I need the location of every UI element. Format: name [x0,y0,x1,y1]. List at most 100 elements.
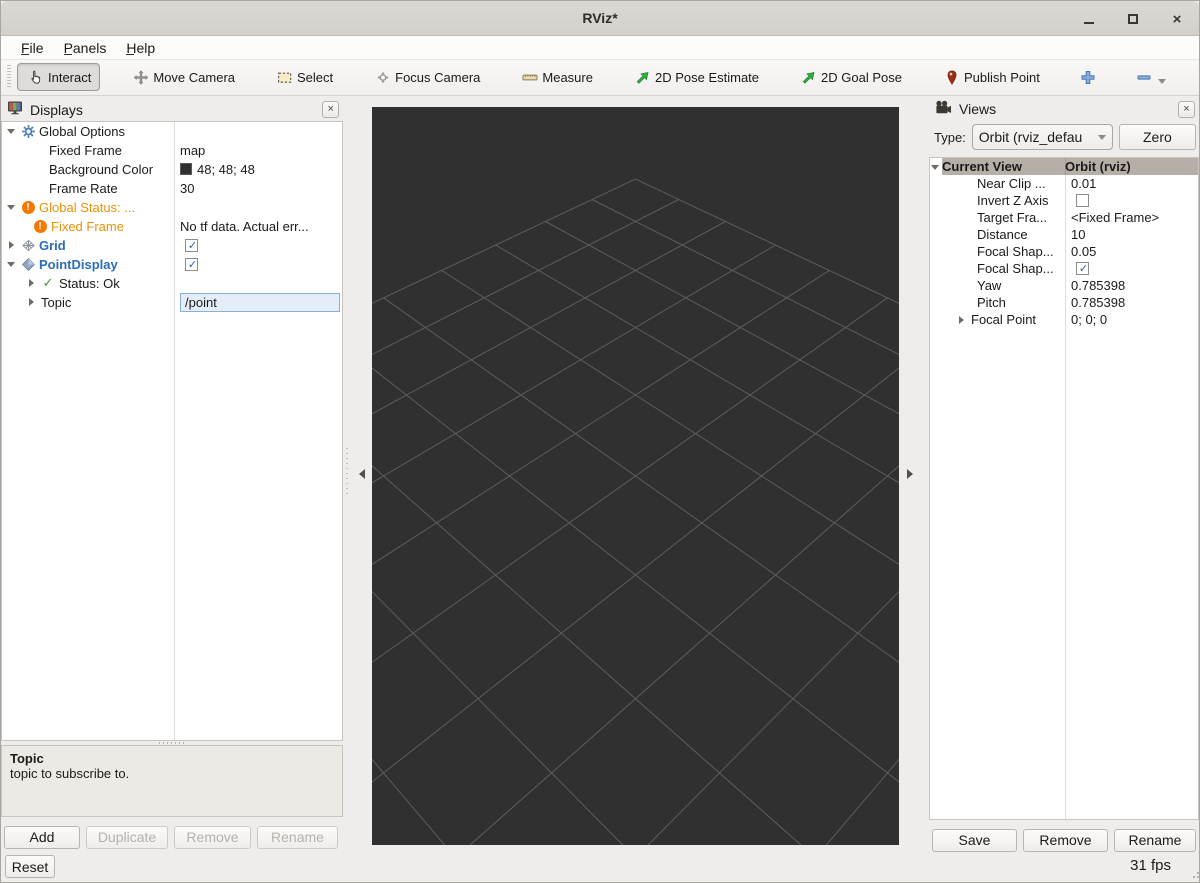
collapse-left-icon[interactable] [354,469,365,479]
property-value[interactable]: <Fixed Frame> [1071,210,1159,225]
monitor-icon [7,100,23,119]
tree-row[interactable]: PointDisplay [2,255,342,274]
fps-counter: 31 fps [1130,857,1171,874]
tree-row[interactable]: Focal Shap... 0.05 [930,243,1198,260]
enabled-checkbox[interactable] [185,258,198,271]
expander-icon[interactable] [6,125,18,137]
tree-row[interactable]: Global Status: ... [2,198,342,217]
tree-row[interactable]: Invert Z Axis [930,192,1198,209]
green-arrow-icon [635,69,651,85]
color-swatch[interactable] [180,163,192,175]
view-type-dropdown[interactable]: Orbit (rviz_defau [972,124,1113,150]
maximize-button[interactable] [1125,11,1141,27]
tool-select[interactable]: Select [266,63,342,91]
add-button[interactable]: Add [4,826,80,849]
tree-row[interactable]: Near Clip ... 0.01 [930,175,1198,192]
tree-row[interactable]: Yaw 0.785398 [930,277,1198,294]
resize-grip[interactable] [1193,876,1195,878]
property-value[interactable]: map [180,143,205,158]
toolbar-drag-handle[interactable] [7,65,11,89]
expander-icon[interactable] [930,161,942,173]
tree-row[interactable]: Focal Point 0; 0; 0 [930,311,1198,328]
point-diamond-icon [20,256,36,272]
property-value[interactable]: 0.01 [1071,176,1096,191]
expander-icon[interactable] [6,201,18,213]
tree-row[interactable]: Global Options [2,122,342,141]
tool-move-camera[interactable]: Move Camera [122,63,244,91]
minimize-button[interactable] [1081,11,1097,27]
expander-icon[interactable] [6,258,18,270]
save-button[interactable]: Save [932,829,1017,852]
map-pin-icon [944,69,960,85]
titlebar[interactable]: RViz* × [1,1,1199,36]
tree-row[interactable]: Fixed Frame map [2,141,342,160]
collapse-right-icon[interactable] [907,469,918,479]
property-value[interactable]: No tf data. Actual err... [180,219,309,234]
tree-row[interactable]: Current View Orbit (rviz) [930,158,1198,175]
tree-row[interactable]: Frame Rate 30 [2,179,342,198]
viewport-3d[interactable] [372,107,899,845]
property-label: Background Color [49,162,153,177]
panel-close-button[interactable]: × [1178,101,1195,118]
tool-2d-pose-estimate[interactable]: 2D Pose Estimate [624,63,768,91]
tool-interact[interactable]: Interact [17,63,100,91]
views-tree: Current View Orbit (rviz) Near Clip ... … [929,157,1199,819]
tree-row[interactable]: Topic /point [2,293,342,312]
remove-button[interactable]: Remove [174,826,251,849]
property-label: Invert Z Axis [977,193,1049,208]
tool-focus-camera[interactable]: Focus Camera [364,63,489,91]
focal-shape-checkbox[interactable] [1076,262,1089,275]
menu-file[interactable]: File [11,37,54,59]
property-value[interactable]: 0.05 [1071,244,1096,259]
tool-measure[interactable]: Measure [511,63,602,91]
invert-z-checkbox[interactable] [1076,194,1089,207]
description-body: topic to subscribe to. [10,766,334,781]
close-button[interactable]: × [1169,11,1185,27]
tool-publish-point[interactable]: Publish Point [933,63,1049,91]
topic-value-field[interactable]: /point [180,293,340,312]
tree-row[interactable]: Distance 10 [930,226,1198,243]
property-value[interactable]: 0.785398 [1071,295,1125,310]
tree-row[interactable]: Target Fra... <Fixed Frame> [930,209,1198,226]
accel-underline [126,54,134,55]
property-value[interactable]: 10 [1071,227,1085,242]
expander-icon[interactable] [6,239,18,251]
tree-row[interactable]: Focal Shap... [930,260,1198,277]
views-panel: Views × Type: Orbit (rviz_defau Zero Cur… [929,96,1199,852]
menu-help[interactable]: Help [116,37,165,59]
tree-row[interactable]: Pitch 0.785398 [930,294,1198,311]
left-panel-splitter[interactable] [343,96,372,852]
expander-icon[interactable] [956,314,968,326]
tool-label: Interact [48,70,91,85]
tree-row[interactable]: ✓Status: Ok [2,274,342,293]
property-value[interactable]: 30 [180,181,194,196]
displays-buttons: Add Duplicate Remove Rename [1,826,343,849]
property-value[interactable]: 0; 0; 0 [1071,312,1107,327]
displays-panel-header[interactable]: Displays × [1,99,343,121]
property-label: Near Clip ... [977,176,1046,191]
rename-button[interactable]: Rename [257,826,338,849]
tree-row[interactable]: Grid [2,236,342,255]
remove-tool-button[interactable] [1127,63,1159,91]
zero-button[interactable]: Zero [1119,124,1196,150]
enabled-checkbox[interactable] [185,239,198,252]
tree-row[interactable]: Background Color 48; 48; 48 [2,160,342,179]
views-panel-header[interactable]: Views × [929,99,1199,121]
right-panel-splitter[interactable] [898,96,929,852]
remove-view-button[interactable]: Remove [1023,829,1108,852]
expander-icon[interactable] [26,296,38,308]
property-value[interactable]: 48; 48; 48 [197,162,255,177]
property-label: Fixed Frame [49,143,122,158]
add-tool-button[interactable] [1071,63,1103,91]
tree-row[interactable]: Fixed Frame No tf data. Actual err... [2,217,342,236]
rename-view-button[interactable]: Rename [1114,829,1196,852]
panel-close-button[interactable]: × [322,101,339,118]
tool-2d-goal-pose[interactable]: 2D Goal Pose [790,63,911,91]
reset-button[interactable]: Reset [5,855,55,878]
property-value: Orbit (rviz) [1059,159,1198,174]
expander-icon[interactable] [26,277,38,289]
property-label: Status: Ok [59,276,120,291]
menu-panels[interactable]: Panels [54,37,117,59]
property-value[interactable]: 0.785398 [1071,278,1125,293]
duplicate-button[interactable]: Duplicate [86,826,168,849]
